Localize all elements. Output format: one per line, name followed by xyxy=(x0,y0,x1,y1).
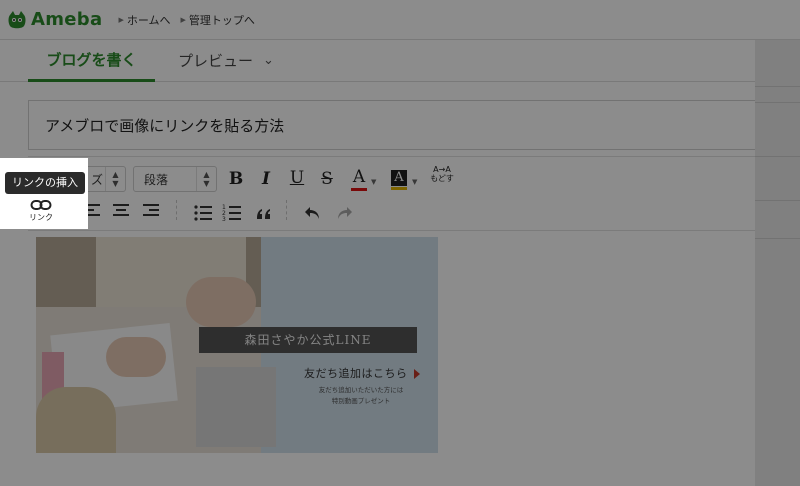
dim-overlay xyxy=(0,0,800,486)
insert-link-button[interactable]: リンク xyxy=(26,198,56,224)
link-icon xyxy=(30,200,52,210)
link-tooltip: リンクの挿入 xyxy=(5,172,85,194)
insert-link-label: リンク xyxy=(29,213,53,222)
spotlight-link-area: リンクの挿入 リンク xyxy=(0,158,88,229)
